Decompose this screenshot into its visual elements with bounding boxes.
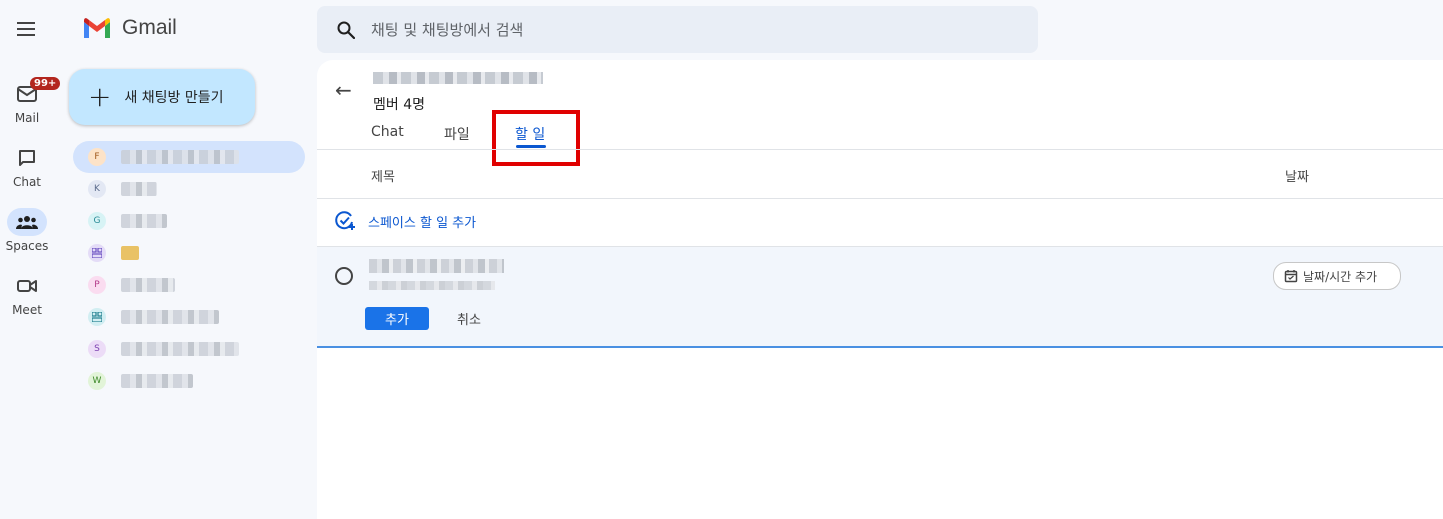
rail-label-mail: Mail	[14, 111, 40, 125]
divider	[317, 149, 1443, 150]
add-task-label: 스페이스 할 일 추가	[368, 215, 477, 231]
space-avatar: W	[88, 372, 106, 390]
space-avatar: P	[88, 276, 106, 294]
rail-item-spaces[interactable]: Spaces	[0, 208, 54, 253]
space-item[interactable]: S	[73, 333, 305, 365]
space-avatar: G	[88, 212, 106, 230]
rail-item-meet[interactable]: Meet	[0, 272, 54, 317]
space-item[interactable]: W	[73, 365, 305, 397]
space-item[interactable]: K	[73, 173, 305, 205]
new-chat-label: 새 채팅방 만들기	[124, 90, 224, 106]
sidebar: Gmail + 새 채팅방 만들기 F K G P S W	[62, 0, 317, 519]
chat-icon	[7, 144, 47, 172]
unread-badge: 99+	[30, 77, 61, 90]
new-task-editor: 날짜/시간 추가 추가 취소	[317, 247, 1443, 346]
member-count[interactable]: 멤버 4명	[373, 94, 425, 114]
add-button[interactable]: 추가	[365, 307, 429, 330]
space-grid-icon	[88, 244, 106, 262]
add-space-task-button[interactable]: 스페이스 할 일 추가	[334, 210, 476, 232]
space-item[interactable]	[73, 301, 305, 333]
divider	[317, 198, 1443, 199]
space-avatar: K	[88, 180, 106, 198]
navigation-rail: 99+ Mail Chat Spaces Meet	[0, 0, 62, 519]
main-menu-icon[interactable]	[14, 17, 40, 43]
app-name: Gmail	[122, 16, 177, 39]
task-complete-checkbox[interactable]	[335, 267, 353, 285]
calendar-icon	[1284, 270, 1298, 283]
search-bar[interactable]: 채팅 및 채팅방에서 검색	[317, 6, 1038, 53]
rail-item-chat[interactable]: Chat	[0, 144, 54, 189]
tab-files[interactable]: 파일	[444, 124, 470, 144]
cancel-button[interactable]: 취소	[457, 309, 481, 328]
add-date-time-label: 날짜/시간 추가	[1303, 269, 1378, 284]
space-item[interactable]	[73, 237, 305, 269]
space-item[interactable]: P	[73, 269, 305, 301]
redacted-space-title	[373, 72, 543, 84]
rail-label-spaces: Spaces	[5, 239, 49, 253]
space-panel: ← 멤버 4명 Chat 파일 할 일 제목 날짜 스페이스 할 일 추가 날짜…	[317, 60, 1443, 519]
column-header-date: 날짜	[1285, 170, 1309, 185]
back-arrow-icon[interactable]: ←	[335, 78, 352, 102]
tab-chat[interactable]: Chat	[371, 124, 404, 140]
plus-icon: +	[88, 80, 112, 113]
task-editor-focus-line	[317, 346, 1443, 348]
space-avatar: S	[88, 340, 106, 358]
rail-label-meet: Meet	[12, 303, 42, 317]
video-camera-icon	[7, 272, 47, 300]
rail-label-chat: Chat	[12, 175, 42, 189]
mail-icon: 99+	[7, 77, 61, 108]
space-grid-icon	[88, 308, 106, 326]
space-item[interactable]: G	[73, 205, 305, 237]
add-task-icon	[335, 211, 355, 230]
search-icon[interactable]	[337, 21, 355, 39]
redacted-space-name	[121, 182, 157, 196]
gmail-m-icon	[84, 17, 110, 38]
rail-item-mail[interactable]: 99+ Mail	[0, 77, 61, 125]
space-avatar: F	[88, 148, 106, 166]
redacted-space-name	[121, 150, 239, 164]
task-details-input[interactable]	[369, 281, 495, 290]
spaces-icon	[7, 208, 47, 236]
annotation-highlight-box	[492, 110, 580, 166]
column-header-title: 제목	[371, 170, 395, 185]
space-item[interactable]: F	[73, 141, 305, 173]
task-title-input[interactable]	[369, 259, 504, 273]
new-chat-button[interactable]: + 새 채팅방 만들기	[69, 69, 255, 125]
redacted-space-name	[121, 342, 239, 356]
search-input[interactable]: 채팅 및 채팅방에서 검색	[371, 19, 523, 40]
redacted-space-name	[121, 374, 193, 388]
redacted-space-name	[121, 278, 175, 292]
gmail-logo[interactable]: Gmail	[82, 16, 177, 40]
redacted-space-name	[121, 214, 167, 228]
add-date-time-button[interactable]: 날짜/시간 추가	[1273, 262, 1401, 290]
redacted-space-name	[121, 310, 219, 324]
redacted-space-name	[121, 246, 139, 260]
